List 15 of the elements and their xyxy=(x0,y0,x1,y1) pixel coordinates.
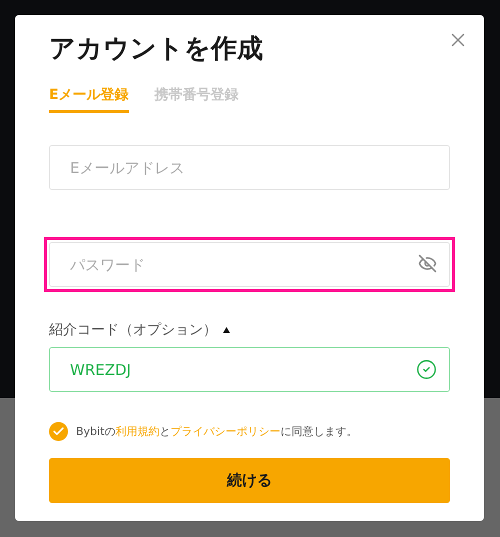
email-field[interactable]: Eメールアドレス xyxy=(49,145,450,190)
terms-link[interactable]: 利用規約 xyxy=(115,425,160,438)
referral-code-field[interactable]: WREZDJ xyxy=(49,347,450,392)
dialog-title: アカウントを作成 xyxy=(49,33,263,66)
agreement-text: Bybitの利用規約 と プライバシーポリシーに同意します。 xyxy=(76,424,358,439)
agree-checkbox[interactable] xyxy=(49,422,68,441)
continue-button[interactable]: 続ける xyxy=(49,458,450,503)
referral-label: 紹介コード（オプション） xyxy=(49,321,217,339)
caret-icon[interactable] xyxy=(223,327,230,333)
check-icon xyxy=(52,425,65,438)
password-field[interactable]: パスワード xyxy=(49,242,450,287)
terms-link[interactable]: プライバシーポリシー xyxy=(170,425,280,438)
check-circle-icon xyxy=(416,359,437,380)
eye-off-icon[interactable] xyxy=(418,254,437,273)
tab[interactable]: Eメール登録 xyxy=(49,86,129,113)
